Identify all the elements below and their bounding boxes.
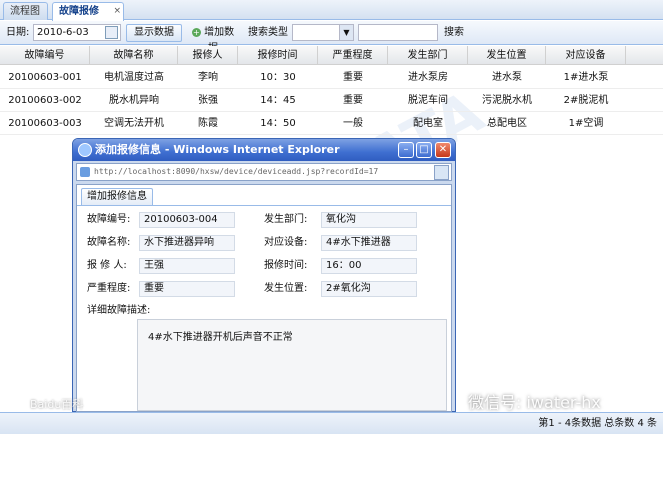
severity-field[interactable]: 重要 bbox=[139, 281, 235, 297]
ie-icon bbox=[78, 143, 92, 157]
time-field[interactable]: 16：00 bbox=[321, 258, 417, 274]
column-header[interactable]: 严重程度 bbox=[318, 46, 388, 65]
date-label: 日期: bbox=[6, 27, 30, 38]
calendar-icon[interactable] bbox=[105, 26, 118, 39]
close-icon[interactable]: ✕ bbox=[435, 142, 451, 158]
fault-no-field[interactable]: 20100603-004 bbox=[139, 212, 235, 228]
severity-label: 严重程度: bbox=[87, 283, 131, 294]
cell-device: 1#空调 bbox=[568, 118, 604, 129]
compat-view-icon[interactable] bbox=[434, 165, 449, 180]
cell-reporter: 陈霞 bbox=[198, 118, 218, 129]
time-label: 报修时间: bbox=[264, 260, 308, 271]
maximize-icon[interactable]: □ bbox=[416, 142, 432, 158]
cell-fault-no: 20100603-001 bbox=[8, 72, 82, 83]
cell-fault-no: 20100603-003 bbox=[8, 118, 82, 129]
cell-fault-no: 20100603-002 bbox=[8, 95, 82, 106]
desc-textarea[interactable]: 4#水下推进器开机后声音不正常 bbox=[137, 319, 447, 411]
cell-location: 污泥脱水机 bbox=[482, 95, 532, 106]
search-type-label: 搜索类型 bbox=[248, 27, 288, 38]
paging-info: 第1 - 4条数据 总条数 4 条 bbox=[538, 418, 657, 429]
table-row[interactable]: 20100603-002 脱水机异响 张强 14：45 重要 脱泥车间 污泥脱水… bbox=[0, 89, 663, 112]
column-header[interactable]: 报修时间 bbox=[238, 46, 318, 65]
status-bar: 第1 - 4条数据 总条数 4 条 bbox=[0, 412, 663, 434]
column-header[interactable]: 发生部门 bbox=[388, 46, 468, 65]
column-header[interactable]: 对应设备 bbox=[546, 46, 626, 65]
cell-dept: 进水泵房 bbox=[408, 72, 448, 83]
popup-title: 添加报修信息 - Windows Internet Explorer bbox=[95, 143, 340, 156]
search-type-select[interactable]: ▼ bbox=[292, 24, 354, 41]
cell-severity: 重要 bbox=[343, 72, 363, 83]
table-row[interactable]: 20100603-001 电机温度过高 李响 10：30 重要 进水泵房 进水泵… bbox=[0, 66, 663, 89]
cell-reporter: 张强 bbox=[198, 95, 218, 106]
cell-reporter: 李响 bbox=[198, 72, 218, 83]
device-label: 对应设备: bbox=[264, 237, 308, 248]
location-field[interactable]: 2#氧化沟 bbox=[321, 281, 417, 297]
column-header[interactable]: 故障名称 bbox=[90, 46, 178, 65]
cell-dept: 脱泥车间 bbox=[408, 95, 448, 106]
search-input[interactable] bbox=[358, 24, 438, 41]
cell-dept: 配电室 bbox=[413, 118, 443, 129]
column-header[interactable]: 故障编号 bbox=[0, 46, 90, 65]
close-tab-icon[interactable]: × bbox=[113, 3, 121, 20]
tab-add-report[interactable]: 增加报修信息 bbox=[81, 188, 153, 205]
tab-strip: 流程图 故障报修 × bbox=[0, 0, 663, 21]
add-report-popup-window: 添加报修信息 - Windows Internet Explorer – □ ✕… bbox=[72, 138, 456, 412]
cell-device: 1#进水泵 bbox=[563, 72, 609, 83]
cell-fault-name: 脱水机异响 bbox=[109, 95, 159, 106]
tab-divider bbox=[77, 205, 451, 206]
popup-content: 增加报修信息 故障编号: 20100603-004 故障名称: 水下推进器异响 … bbox=[76, 184, 452, 412]
fault-name-label: 故障名称: bbox=[87, 237, 131, 248]
tab-flowchart[interactable]: 流程图 bbox=[3, 2, 48, 20]
chevron-down-icon[interactable]: ▼ bbox=[339, 25, 353, 40]
cell-device: 2#脱泥机 bbox=[563, 95, 609, 106]
tab-fault-report[interactable]: 故障报修 × bbox=[52, 2, 124, 21]
cell-severity: 重要 bbox=[343, 95, 363, 106]
cell-fault-name: 空调无法开机 bbox=[104, 118, 164, 129]
column-header[interactable]: 发生位置 bbox=[468, 46, 546, 65]
dept-field[interactable]: 氧化沟 bbox=[321, 212, 417, 228]
cell-time: 10：30 bbox=[260, 72, 296, 83]
reporter-field[interactable]: 王强 bbox=[139, 258, 235, 274]
cell-time: 14：50 bbox=[260, 118, 296, 129]
add-icon: + bbox=[191, 27, 201, 37]
cell-location: 总配电区 bbox=[487, 118, 527, 129]
cell-location: 进水泵 bbox=[492, 72, 522, 83]
fault-no-label: 故障编号: bbox=[87, 214, 131, 225]
toolbar: 日期: 2010-6-03 显示数据 + 增加数据 搜索类型 ▼ 搜索 bbox=[0, 21, 663, 54]
fault-name-field[interactable]: 水下推进器异响 bbox=[139, 235, 235, 251]
grid-header: 故障编号 故障名称 报修人 报修时间 严重程度 发生部门 发生位置 对应设备 bbox=[0, 46, 663, 65]
wechat-watermark: 微信号: iwater-hx bbox=[468, 393, 601, 412]
cell-time: 14：45 bbox=[260, 95, 296, 106]
page-icon bbox=[80, 167, 90, 177]
desc-label: 详细故障描述: bbox=[87, 305, 151, 316]
cell-fault-name: 电机温度过高 bbox=[104, 72, 164, 83]
baidu-watermark: Baidu百科 bbox=[30, 398, 84, 411]
address-bar[interactable]: http://localhost:8090/hxsw/device/device… bbox=[76, 163, 452, 181]
date-input[interactable]: 2010-6-03 bbox=[33, 24, 121, 41]
table-row[interactable]: 20100603-003 空调无法开机 陈霞 14：50 一般 配电室 总配电区… bbox=[0, 112, 663, 135]
search-button[interactable]: 搜索 bbox=[444, 26, 464, 40]
address-url: http://localhost:8090/hxsw/device/device… bbox=[94, 167, 379, 176]
cell-severity: 一般 bbox=[343, 118, 363, 129]
popup-titlebar[interactable]: 添加报修信息 - Windows Internet Explorer – □ ✕ bbox=[73, 139, 455, 161]
show-data-button[interactable]: 显示数据 bbox=[126, 24, 182, 42]
location-label: 发生位置: bbox=[264, 283, 308, 294]
dept-label: 发生部门: bbox=[264, 214, 308, 225]
reporter-label: 报 修 人: bbox=[87, 260, 127, 271]
device-field[interactable]: 4#水下推进器 bbox=[321, 235, 417, 251]
column-header[interactable]: 报修人 bbox=[178, 46, 238, 65]
add-data-button[interactable]: + 增加数据 bbox=[185, 24, 241, 54]
minimize-icon[interactable]: – bbox=[398, 142, 414, 158]
